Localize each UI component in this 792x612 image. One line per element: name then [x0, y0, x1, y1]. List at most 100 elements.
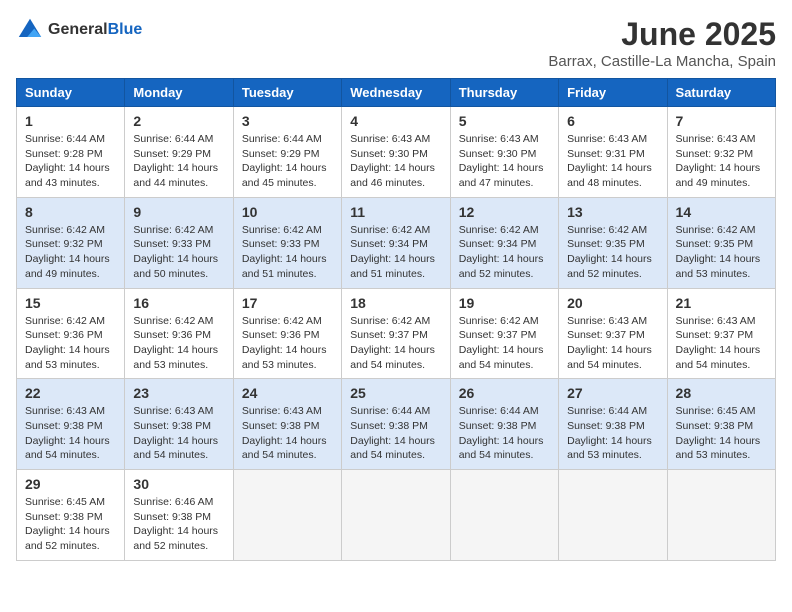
month-title: June 2025: [548, 16, 776, 53]
cell-info: Sunrise: 6:44 AM Sunset: 9:29 PM Dayligh…: [242, 132, 333, 191]
day-number: 2: [133, 113, 224, 129]
day-number: 30: [133, 476, 224, 492]
day-number: 20: [567, 295, 658, 311]
day-number: 17: [242, 295, 333, 311]
day-number: 24: [242, 385, 333, 401]
col-wednesday: Wednesday: [342, 79, 450, 107]
table-row: 17 Sunrise: 6:42 AM Sunset: 9:36 PM Dayli…: [233, 288, 341, 379]
day-number: 28: [676, 385, 767, 401]
col-sunday: Sunday: [17, 79, 125, 107]
table-row: 19Sunrise: 6:42 AM Sunset: 9:37 PM Dayli…: [450, 288, 558, 379]
calendar-header-row: Sunday Monday Tuesday Wednesday Thursday…: [17, 79, 776, 107]
cell-info: Sunrise: 6:42 AM Sunset: 9:33 PM Dayligh…: [133, 223, 224, 282]
cell-info: Sunrise: 6:42 AM Sunset: 9:35 PM Dayligh…: [567, 223, 658, 282]
table-row: 29Sunrise: 6:45 AM Sunset: 9:38 PM Dayli…: [17, 470, 125, 561]
cell-info: Sunrise: 6:44 AM Sunset: 9:29 PM Dayligh…: [133, 132, 224, 191]
cell-info: Sunrise: 6:44 AM Sunset: 9:38 PM Dayligh…: [567, 404, 658, 463]
table-row: 24 Sunrise: 6:43 AM Sunset: 9:38 PM Dayli…: [233, 379, 341, 470]
day-number: 26: [459, 385, 550, 401]
table-row: 28 Sunrise: 6:45 AM Sunset: 9:38 PM Dayli…: [667, 379, 775, 470]
day-number: 10: [242, 204, 333, 220]
table-row: 22Sunrise: 6:43 AM Sunset: 9:38 PM Dayli…: [17, 379, 125, 470]
calendar-row: 8Sunrise: 6:42 AM Sunset: 9:32 PM Daylig…: [17, 197, 776, 288]
day-number: 27: [567, 385, 658, 401]
table-row: 20 Sunrise: 6:43 AM Sunset: 9:37 PM Dayli…: [559, 288, 667, 379]
logo-blue: Blue: [108, 21, 143, 38]
day-number: 13: [567, 204, 658, 220]
title-block: June 2025 Barrax, Castille-La Mancha, Sp…: [548, 16, 776, 70]
cell-info: Sunrise: 6:44 AM Sunset: 9:28 PM Dayligh…: [25, 132, 116, 191]
table-row: 9 Sunrise: 6:42 AM Sunset: 9:33 PM Daylig…: [125, 197, 233, 288]
calendar-row: 29Sunrise: 6:45 AM Sunset: 9:38 PM Dayli…: [17, 470, 776, 561]
table-row: 15Sunrise: 6:42 AM Sunset: 9:36 PM Dayli…: [17, 288, 125, 379]
day-number: 12: [459, 204, 550, 220]
table-row: 5 Sunrise: 6:43 AM Sunset: 9:30 PM Daylig…: [450, 107, 558, 198]
day-number: 29: [25, 476, 116, 492]
page-header: GeneralBlue June 2025 Barrax, Castille-L…: [16, 16, 776, 70]
day-number: 14: [676, 204, 767, 220]
day-number: 4: [350, 113, 441, 129]
table-row: 7 Sunrise: 6:43 AM Sunset: 9:32 PM Daylig…: [667, 107, 775, 198]
cell-info: Sunrise: 6:43 AM Sunset: 9:37 PM Dayligh…: [567, 314, 658, 373]
day-number: 22: [25, 385, 116, 401]
table-row: 2 Sunrise: 6:44 AM Sunset: 9:29 PM Daylig…: [125, 107, 233, 198]
cell-info: Sunrise: 6:43 AM Sunset: 9:37 PM Dayligh…: [676, 314, 767, 373]
table-row: [233, 470, 341, 561]
cell-info: Sunrise: 6:42 AM Sunset: 9:33 PM Dayligh…: [242, 223, 333, 282]
logo: GeneralBlue: [16, 16, 142, 44]
cell-info: Sunrise: 6:44 AM Sunset: 9:38 PM Dayligh…: [350, 404, 441, 463]
cell-info: Sunrise: 6:43 AM Sunset: 9:31 PM Dayligh…: [567, 132, 658, 191]
table-row: 1Sunrise: 6:44 AM Sunset: 9:28 PM Daylig…: [17, 107, 125, 198]
cell-info: Sunrise: 6:43 AM Sunset: 9:38 PM Dayligh…: [242, 404, 333, 463]
table-row: 13 Sunrise: 6:42 AM Sunset: 9:35 PM Dayli…: [559, 197, 667, 288]
cell-info: Sunrise: 6:42 AM Sunset: 9:34 PM Dayligh…: [459, 223, 550, 282]
calendar-row: 1Sunrise: 6:44 AM Sunset: 9:28 PM Daylig…: [17, 107, 776, 198]
cell-info: Sunrise: 6:44 AM Sunset: 9:38 PM Dayligh…: [459, 404, 550, 463]
cell-info: Sunrise: 6:43 AM Sunset: 9:30 PM Dayligh…: [350, 132, 441, 191]
table-row: [342, 470, 450, 561]
table-row: [667, 470, 775, 561]
day-number: 25: [350, 385, 441, 401]
table-row: 14 Sunrise: 6:42 AM Sunset: 9:35 PM Dayli…: [667, 197, 775, 288]
cell-info: Sunrise: 6:42 AM Sunset: 9:37 PM Dayligh…: [350, 314, 441, 373]
day-number: 6: [567, 113, 658, 129]
table-row: [450, 470, 558, 561]
cell-info: Sunrise: 6:42 AM Sunset: 9:32 PM Dayligh…: [25, 223, 116, 282]
table-row: 26 Sunrise: 6:44 AM Sunset: 9:38 PM Dayli…: [450, 379, 558, 470]
table-row: 30 Sunrise: 6:46 AM Sunset: 9:38 PM Dayli…: [125, 470, 233, 561]
day-number: 5: [459, 113, 550, 129]
table-row: 25 Sunrise: 6:44 AM Sunset: 9:38 PM Dayli…: [342, 379, 450, 470]
cell-info: Sunrise: 6:45 AM Sunset: 9:38 PM Dayligh…: [676, 404, 767, 463]
table-row: 8Sunrise: 6:42 AM Sunset: 9:32 PM Daylig…: [17, 197, 125, 288]
cell-info: Sunrise: 6:46 AM Sunset: 9:38 PM Dayligh…: [133, 495, 224, 554]
cell-info: Sunrise: 6:43 AM Sunset: 9:32 PM Dayligh…: [676, 132, 767, 191]
table-row: 21 Sunrise: 6:43 AM Sunset: 9:37 PM Dayli…: [667, 288, 775, 379]
cell-info: Sunrise: 6:42 AM Sunset: 9:34 PM Dayligh…: [350, 223, 441, 282]
location-title: Barrax, Castille-La Mancha, Spain: [548, 53, 776, 70]
day-number: 9: [133, 204, 224, 220]
col-saturday: Saturday: [667, 79, 775, 107]
day-number: 7: [676, 113, 767, 129]
logo-general: General: [48, 21, 108, 38]
day-number: 21: [676, 295, 767, 311]
table-row: [559, 470, 667, 561]
calendar-row: 22 Sunrise: 6:43 AM Sunset: 9:38 PM Dayli…: [17, 379, 776, 470]
table-row: 11Sunrise: 6:42 AM Sunset: 9:34 PM Dayli…: [342, 197, 450, 288]
day-number: 19: [459, 295, 550, 311]
calendar-row: 15Sunrise: 6:42 AM Sunset: 9:36 PM Dayli…: [17, 288, 776, 379]
col-friday: Friday: [559, 79, 667, 107]
cell-info: Sunrise: 6:42 AM Sunset: 9:36 PM Dayligh…: [133, 314, 224, 373]
col-tuesday: Tuesday: [233, 79, 341, 107]
table-row: 27 Sunrise: 6:44 AM Sunset: 9:38 PM Dayli…: [559, 379, 667, 470]
cell-info: Sunrise: 6:42 AM Sunset: 9:35 PM Dayligh…: [676, 223, 767, 282]
table-row: 6 Sunrise: 6:43 AM Sunset: 9:31 PM Daylig…: [559, 107, 667, 198]
table-row: 3Sunrise: 6:44 AM Sunset: 9:29 PM Daylig…: [233, 107, 341, 198]
table-row: 16 Sunrise: 6:42 AM Sunset: 9:36 PM Dayli…: [125, 288, 233, 379]
day-number: 16: [133, 295, 224, 311]
cell-info: Sunrise: 6:42 AM Sunset: 9:36 PM Dayligh…: [242, 314, 333, 373]
cell-info: Sunrise: 6:43 AM Sunset: 9:30 PM Dayligh…: [459, 132, 550, 191]
cell-info: Sunrise: 6:43 AM Sunset: 9:38 PM Dayligh…: [133, 404, 224, 463]
table-row: 12 Sunrise: 6:42 AM Sunset: 9:34 PM Dayli…: [450, 197, 558, 288]
day-number: 23: [133, 385, 224, 401]
table-row: 18Sunrise: 6:42 AM Sunset: 9:37 PM Dayli…: [342, 288, 450, 379]
